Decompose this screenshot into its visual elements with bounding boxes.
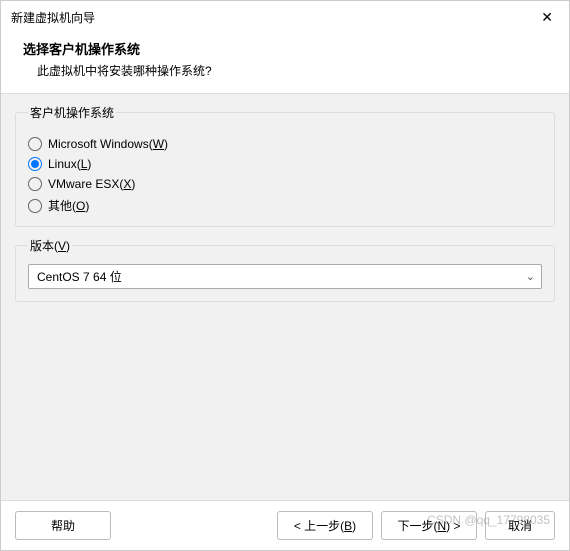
back-button[interactable]: < 上一步(B) xyxy=(277,511,373,540)
radio-icon xyxy=(28,157,42,171)
version-select[interactable]: CentOS 7 64 位 ⌄ xyxy=(28,264,542,289)
os-fieldset: 客户机操作系统 Microsoft Windows(W) Linux(L) VM… xyxy=(15,104,555,227)
header: 选择客户机操作系统 此虚拟机中将安装哪种操作系统? xyxy=(1,33,569,93)
titlebar: 新建虚拟机向导 ✕ xyxy=(1,1,569,33)
content-area: 客户机操作系统 Microsoft Windows(W) Linux(L) VM… xyxy=(1,93,569,501)
os-radio-group: Microsoft Windows(W) Linux(L) VMware ESX… xyxy=(28,137,542,214)
radio-icon xyxy=(28,199,42,213)
version-legend: 版本(V) xyxy=(28,237,72,254)
footer-nav: < 上一步(B) 下一步(N) > 取消 xyxy=(277,511,555,540)
wizard-window: 新建虚拟机向导 ✕ 选择客户机操作系统 此虚拟机中将安装哪种操作系统? 客户机操… xyxy=(0,0,570,551)
radio-label: Linux(L) xyxy=(48,157,91,171)
version-fieldset: 版本(V) CentOS 7 64 位 ⌄ xyxy=(15,237,555,302)
radio-icon xyxy=(28,177,42,191)
version-selected-value: CentOS 7 64 位 xyxy=(37,268,122,285)
cancel-button[interactable]: 取消 xyxy=(485,511,555,540)
radio-linux[interactable]: Linux(L) xyxy=(28,157,542,171)
close-icon[interactable]: ✕ xyxy=(533,5,561,30)
radio-label: 其他(O) xyxy=(48,197,89,214)
help-button[interactable]: 帮助 xyxy=(15,511,111,540)
radio-other[interactable]: 其他(O) xyxy=(28,197,542,214)
radio-icon xyxy=(28,137,42,151)
footer: 帮助 < 上一步(B) 下一步(N) > 取消 xyxy=(1,501,569,550)
radio-label: Microsoft Windows(W) xyxy=(48,137,168,151)
page-title: 选择客户机操作系统 xyxy=(23,39,547,58)
radio-windows[interactable]: Microsoft Windows(W) xyxy=(28,137,542,151)
next-button[interactable]: 下一步(N) > xyxy=(381,511,477,540)
page-subtitle: 此虚拟机中将安装哪种操作系统? xyxy=(23,62,547,79)
window-title: 新建虚拟机向导 xyxy=(11,9,95,26)
os-legend: 客户机操作系统 xyxy=(28,104,116,121)
radio-esx[interactable]: VMware ESX(X) xyxy=(28,177,542,191)
chevron-down-icon: ⌄ xyxy=(526,270,535,283)
radio-label: VMware ESX(X) xyxy=(48,177,135,191)
